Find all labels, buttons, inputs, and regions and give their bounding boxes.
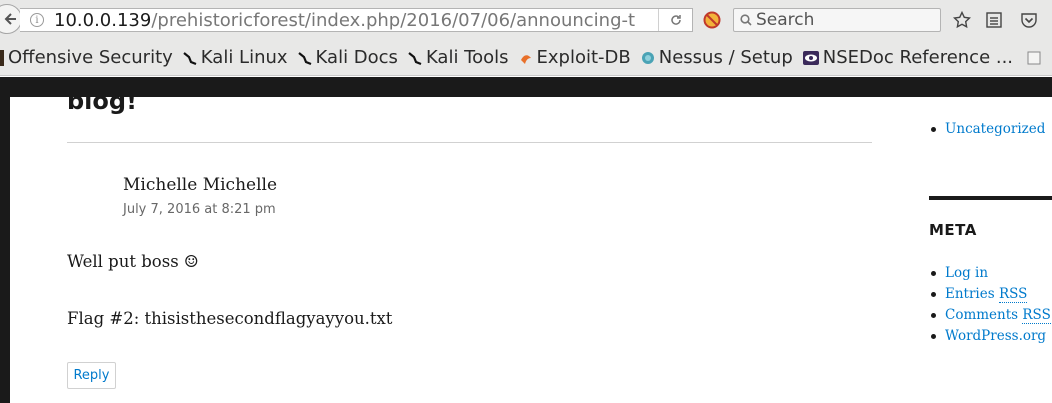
rss-abbr: RSS [998,286,1028,303]
bookmark-star-icon[interactable] [953,11,971,29]
bookmarks-toolbar: Offensive Security Kali Linux Kali Docs … [0,40,1052,76]
page-border-top [0,77,1052,97]
bookmark-kali-linux[interactable]: Kali Linux [183,47,288,68]
reply-button[interactable]: Reply [67,362,116,389]
bookmark-kali-docs[interactable]: Kali Docs [297,47,398,68]
kali-dragon-icon [183,51,197,65]
bookmark-label: Exploit-DB [536,47,631,68]
meta-link-entries-rss[interactable]: Entries RSS [929,284,1051,305]
category-link-uncategorized[interactable]: Uncategorized [929,119,1045,140]
comment-text: Well put boss ☺ [67,252,199,271]
search-input[interactable] [756,10,926,30]
bookmark-exploit-db[interactable]: Exploit-DB [519,47,631,68]
back-arrow-icon [4,13,16,25]
meta-widget-rule [929,196,1052,200]
site-info-icon[interactable]: i [30,13,44,27]
reading-list-icon[interactable] [985,11,1003,29]
pocket-icon[interactable] [1020,11,1038,29]
offsec-icon [0,49,4,66]
post-title: blog! [67,87,138,115]
exploit-db-icon [520,54,531,64]
nmap-eye-icon [802,50,819,65]
bookmark-kali-tools[interactable]: Kali Tools [408,47,509,68]
comment-date-link[interactable]: July 7, 2016 at 8:21 pm [123,202,276,217]
meta-link-log-in[interactable]: Log in [929,263,1051,284]
bookmark-label: Kali Linux [200,47,288,68]
back-button[interactable] [0,4,22,34]
page-border-left [0,77,10,403]
bookmark-label: Nessus / Setup [658,47,793,68]
comment-flag-text: Flag #2: thisisthesecondflagyayyou.txt [67,309,393,328]
browser-toolbar: i 10.0.0.139/prehistoricforest/index.php… [0,0,1052,40]
kali-dragon-icon [408,51,422,65]
nessus-icon [641,51,654,64]
page-viewport: blog! Michelle Michelle July 7, 2016 at … [0,77,1052,403]
rss-abbr: RSS [1022,307,1051,324]
reload-icon [670,15,681,25]
reload-button[interactable] [658,9,692,31]
url-path: /prehistoricforest/index.php/2016/07/06/… [151,9,636,31]
comment-author: Michelle Michelle [123,175,278,195]
url-text[interactable]: 10.0.0.139/prehistoricforest/index.php/2… [54,10,636,31]
bookmark-nsedoc[interactable]: NSEDoc Reference ... [802,47,1014,68]
bookmark-label: Kali Docs [315,47,398,68]
link-text: Comments [945,307,1023,323]
meta-link-wordpress-org[interactable]: WordPress.org [929,326,1051,347]
bookmark-label: Kali Tools [425,47,509,68]
bookmark-offensive-security[interactable]: Offensive Security [0,47,173,68]
comments-divider [67,142,872,143]
bookmark-nessus[interactable]: Nessus / Setup [641,47,793,68]
kali-dragon-icon [297,51,311,65]
bookmarks-overflow-button[interactable] [1027,50,1041,66]
overflow-chevron-icon [1027,51,1041,64]
link-text: Entries [945,286,999,302]
meta-list: Log in Entries RSS Comments RSS WordPres… [929,263,1051,347]
url-bar[interactable]: i 10.0.0.139/prehistoricforest/index.php… [20,8,693,32]
search-icon [740,14,752,26]
meta-heading: META [929,221,977,239]
categories-list: Uncategorized [929,119,1045,140]
search-bar[interactable] [733,8,941,32]
meta-link-comments-rss[interactable]: Comments RSS [929,305,1051,326]
bookmark-label: NSEDoc Reference ... [822,47,1014,68]
bookmark-label: Offensive Security [8,47,173,68]
page-content: blog! Michelle Michelle July 7, 2016 at … [10,87,1052,403]
url-host: 10.0.0.139 [54,9,152,31]
noscript-block-icon[interactable] [703,11,721,29]
